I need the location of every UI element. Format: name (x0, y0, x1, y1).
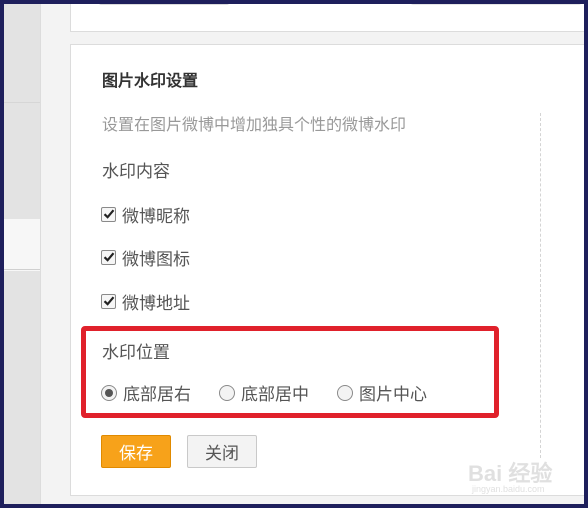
checkbox-checked-icon[interactable] (101, 293, 116, 309)
screenshot-frame: 图片水印设置 设置在图片微博中增加独具个性的微博水印 水印内容 微博昵称 微博图… (4, 4, 584, 504)
radio-label: 图片中心 (359, 385, 427, 405)
checkbox-checked-icon[interactable] (101, 206, 116, 222)
radio-selected-icon[interactable] (101, 384, 117, 401)
checkbox-address[interactable]: 微博地址 (101, 290, 190, 314)
radio-unselected-icon[interactable] (219, 384, 235, 401)
watermark-settings-panel: 图片水印设置 设置在图片微博中增加独具个性的微博水印 水印内容 微博昵称 微博图… (70, 44, 584, 496)
truncated-text (99, 4, 229, 5)
sidebar-background (4, 271, 40, 504)
content-section-label: 水印内容 (102, 162, 170, 182)
previous-settings-panel (70, 4, 584, 32)
radio-image-center[interactable]: 图片中心 (337, 380, 427, 405)
dashed-divider (540, 113, 541, 458)
checkbox-label: 微博图标 (122, 249, 190, 270)
truncated-text (411, 4, 581, 5)
checkbox-label: 微博地址 (122, 293, 190, 314)
panel-description: 设置在图片微博中增加独具个性的微博水印 (102, 115, 407, 134)
checkbox-nickname[interactable]: 微博昵称 (101, 203, 190, 227)
sidebar-divider (4, 269, 40, 270)
position-radio-group: 底部居右 底部居中 图片中心 (101, 380, 455, 405)
radio-label: 底部居右 (123, 385, 191, 405)
radio-bottom-center[interactable]: 底部居中 (219, 380, 309, 405)
sidebar-background (4, 4, 40, 219)
save-button[interactable]: 保存 (101, 435, 171, 468)
panel-title: 图片水印设置 (102, 71, 199, 90)
checkbox-checked-icon[interactable] (101, 249, 116, 265)
sidebar-divider (4, 102, 40, 103)
sidebar-active-item[interactable] (4, 219, 40, 271)
watermark-url: jingyan.baidu.com (472, 484, 545, 494)
radio-bottom-right[interactable]: 底部居右 (101, 380, 191, 405)
position-section-label: 水印位置 (102, 343, 170, 363)
close-button[interactable]: 关闭 (187, 435, 257, 468)
checkbox-icon[interactable]: 微博图标 (101, 246, 190, 270)
checkbox-label: 微博昵称 (122, 206, 190, 227)
radio-unselected-icon[interactable] (337, 384, 353, 401)
radio-label: 底部居中 (241, 385, 309, 405)
baidu-jingyan-watermark: Bai 经验 jingyan.baidu.com (468, 456, 578, 498)
